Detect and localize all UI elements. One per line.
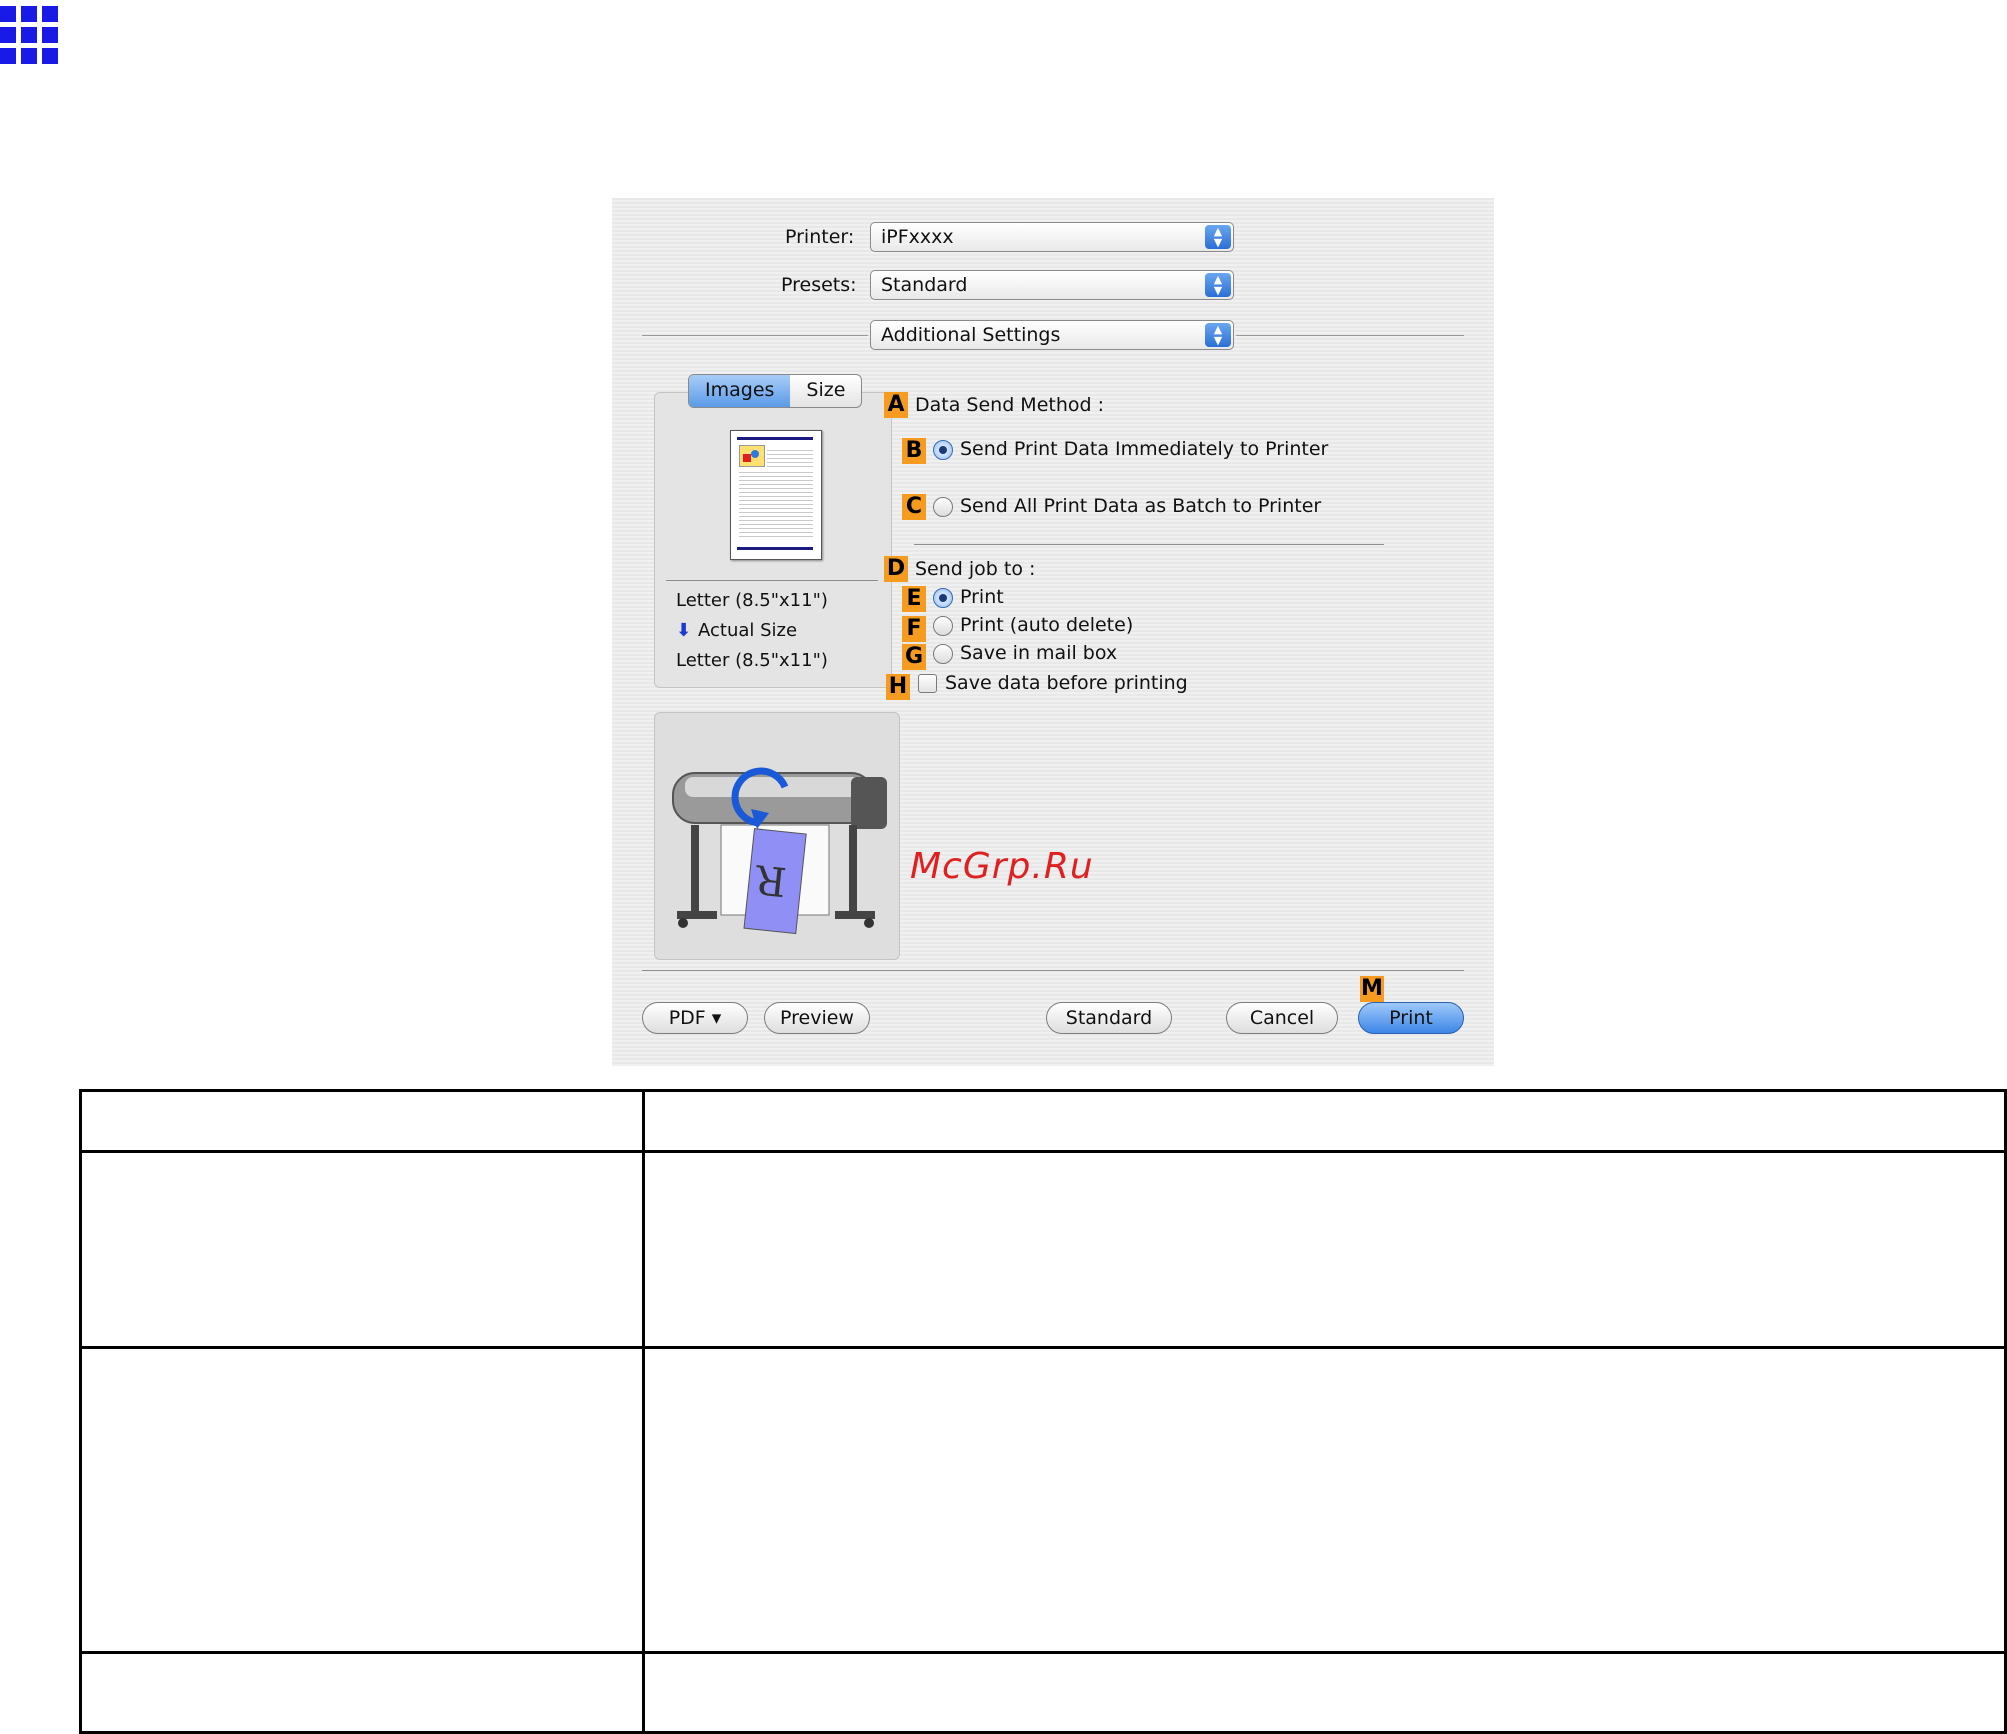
save-mail-box-radio[interactable] — [933, 644, 953, 664]
table-row — [79, 1089, 2007, 1153]
tab-size[interactable]: Size — [790, 375, 861, 407]
print-radio[interactable] — [933, 588, 953, 608]
popup-arrows-icon: ▲ ▼ — [1205, 225, 1231, 249]
watermark: McGrp.Ru — [910, 846, 1094, 887]
callout-c: C — [902, 494, 926, 520]
table-cell — [642, 1150, 2007, 1349]
send-immediately-label: Send Print Data Immediately to Printer — [960, 438, 1329, 460]
paper-size-source: Letter (8.5"x11") — [676, 590, 828, 611]
popup-arrows-icon: ▲ ▼ — [1205, 273, 1231, 297]
callout-e: E — [902, 586, 926, 612]
save-before-printing-label: Save data before printing — [945, 672, 1188, 694]
pdf-button[interactable]: PDF ▾ — [642, 1002, 748, 1034]
send-batch-label: Send All Print Data as Batch to Printer — [960, 495, 1322, 517]
scale-mode: Actual Size — [698, 620, 798, 641]
divider — [666, 580, 878, 581]
send-batch-radio[interactable] — [933, 497, 953, 517]
paper-size-output: Letter (8.5"x11") — [676, 650, 828, 671]
printer-popup[interactable]: iPFxxxx ▲ ▼ — [870, 222, 1234, 252]
panel-popup[interactable]: Additional Settings ▲ ▼ — [870, 320, 1234, 350]
preview-tabs: Images Size — [688, 374, 863, 408]
table-cell — [642, 1651, 2007, 1734]
callout-d: D — [884, 556, 908, 582]
cancel-button[interactable]: Cancel — [1226, 1002, 1338, 1034]
table-cell — [642, 1346, 2007, 1654]
data-send-method-label: Data Send Method : — [915, 394, 1104, 416]
image-icon — [739, 445, 765, 467]
printer-label: Printer: — [785, 226, 855, 248]
save-mail-box-label: Save in mail box — [960, 642, 1118, 664]
table-row — [79, 1346, 2007, 1654]
table-row — [79, 1150, 2007, 1349]
save-before-printing-checkbox[interactable] — [918, 674, 937, 693]
print-auto-delete-radio[interactable] — [933, 616, 953, 636]
send-immediately-radio[interactable] — [933, 440, 953, 460]
divider — [642, 335, 868, 336]
popup-arrows-icon: ▲ ▼ — [1205, 323, 1231, 347]
printer-illustration-panel: R — [654, 712, 900, 960]
callout-f: F — [902, 616, 926, 642]
presets-value: Standard — [881, 274, 968, 296]
printer-value: iPFxxxx — [881, 226, 954, 248]
table-cell — [642, 1089, 2007, 1153]
description-table — [79, 1089, 2007, 1734]
arrow-down-icon: ⬇ — [676, 620, 692, 641]
preview-button[interactable]: Preview — [764, 1002, 870, 1034]
divider — [642, 970, 1464, 971]
callout-g: G — [902, 644, 926, 670]
standard-button[interactable]: Standard — [1046, 1002, 1172, 1034]
table-cell — [79, 1651, 645, 1734]
page-preview-thumbnail — [730, 430, 822, 560]
callout-m: M — [1360, 976, 1384, 1002]
printer-illustration: R — [672, 767, 887, 935]
divider — [1236, 335, 1464, 336]
print-auto-delete-label: Print (auto delete) — [960, 614, 1134, 636]
print-option-label: Print — [960, 586, 1004, 608]
table-cell — [79, 1346, 645, 1654]
divider — [914, 544, 1384, 545]
print-button[interactable]: Print — [1358, 1002, 1464, 1034]
callout-a: A — [884, 392, 908, 418]
grid-menu-icon[interactable] — [0, 6, 58, 64]
table-cell — [79, 1150, 645, 1349]
callout-b: B — [902, 438, 926, 464]
presets-label: Presets: — [781, 274, 857, 296]
panel-value: Additional Settings — [881, 324, 1061, 346]
callout-h: H — [886, 674, 910, 700]
table-cell — [79, 1089, 645, 1153]
table-row — [79, 1651, 2007, 1734]
send-job-to-label: Send job to : — [915, 558, 1036, 580]
tab-images[interactable]: Images — [689, 375, 791, 407]
presets-popup[interactable]: Standard ▲ ▼ — [870, 270, 1234, 300]
print-dialog: Printer: iPFxxxx ▲ ▼ Presets: Standard ▲ ▼… — [612, 198, 1494, 1066]
